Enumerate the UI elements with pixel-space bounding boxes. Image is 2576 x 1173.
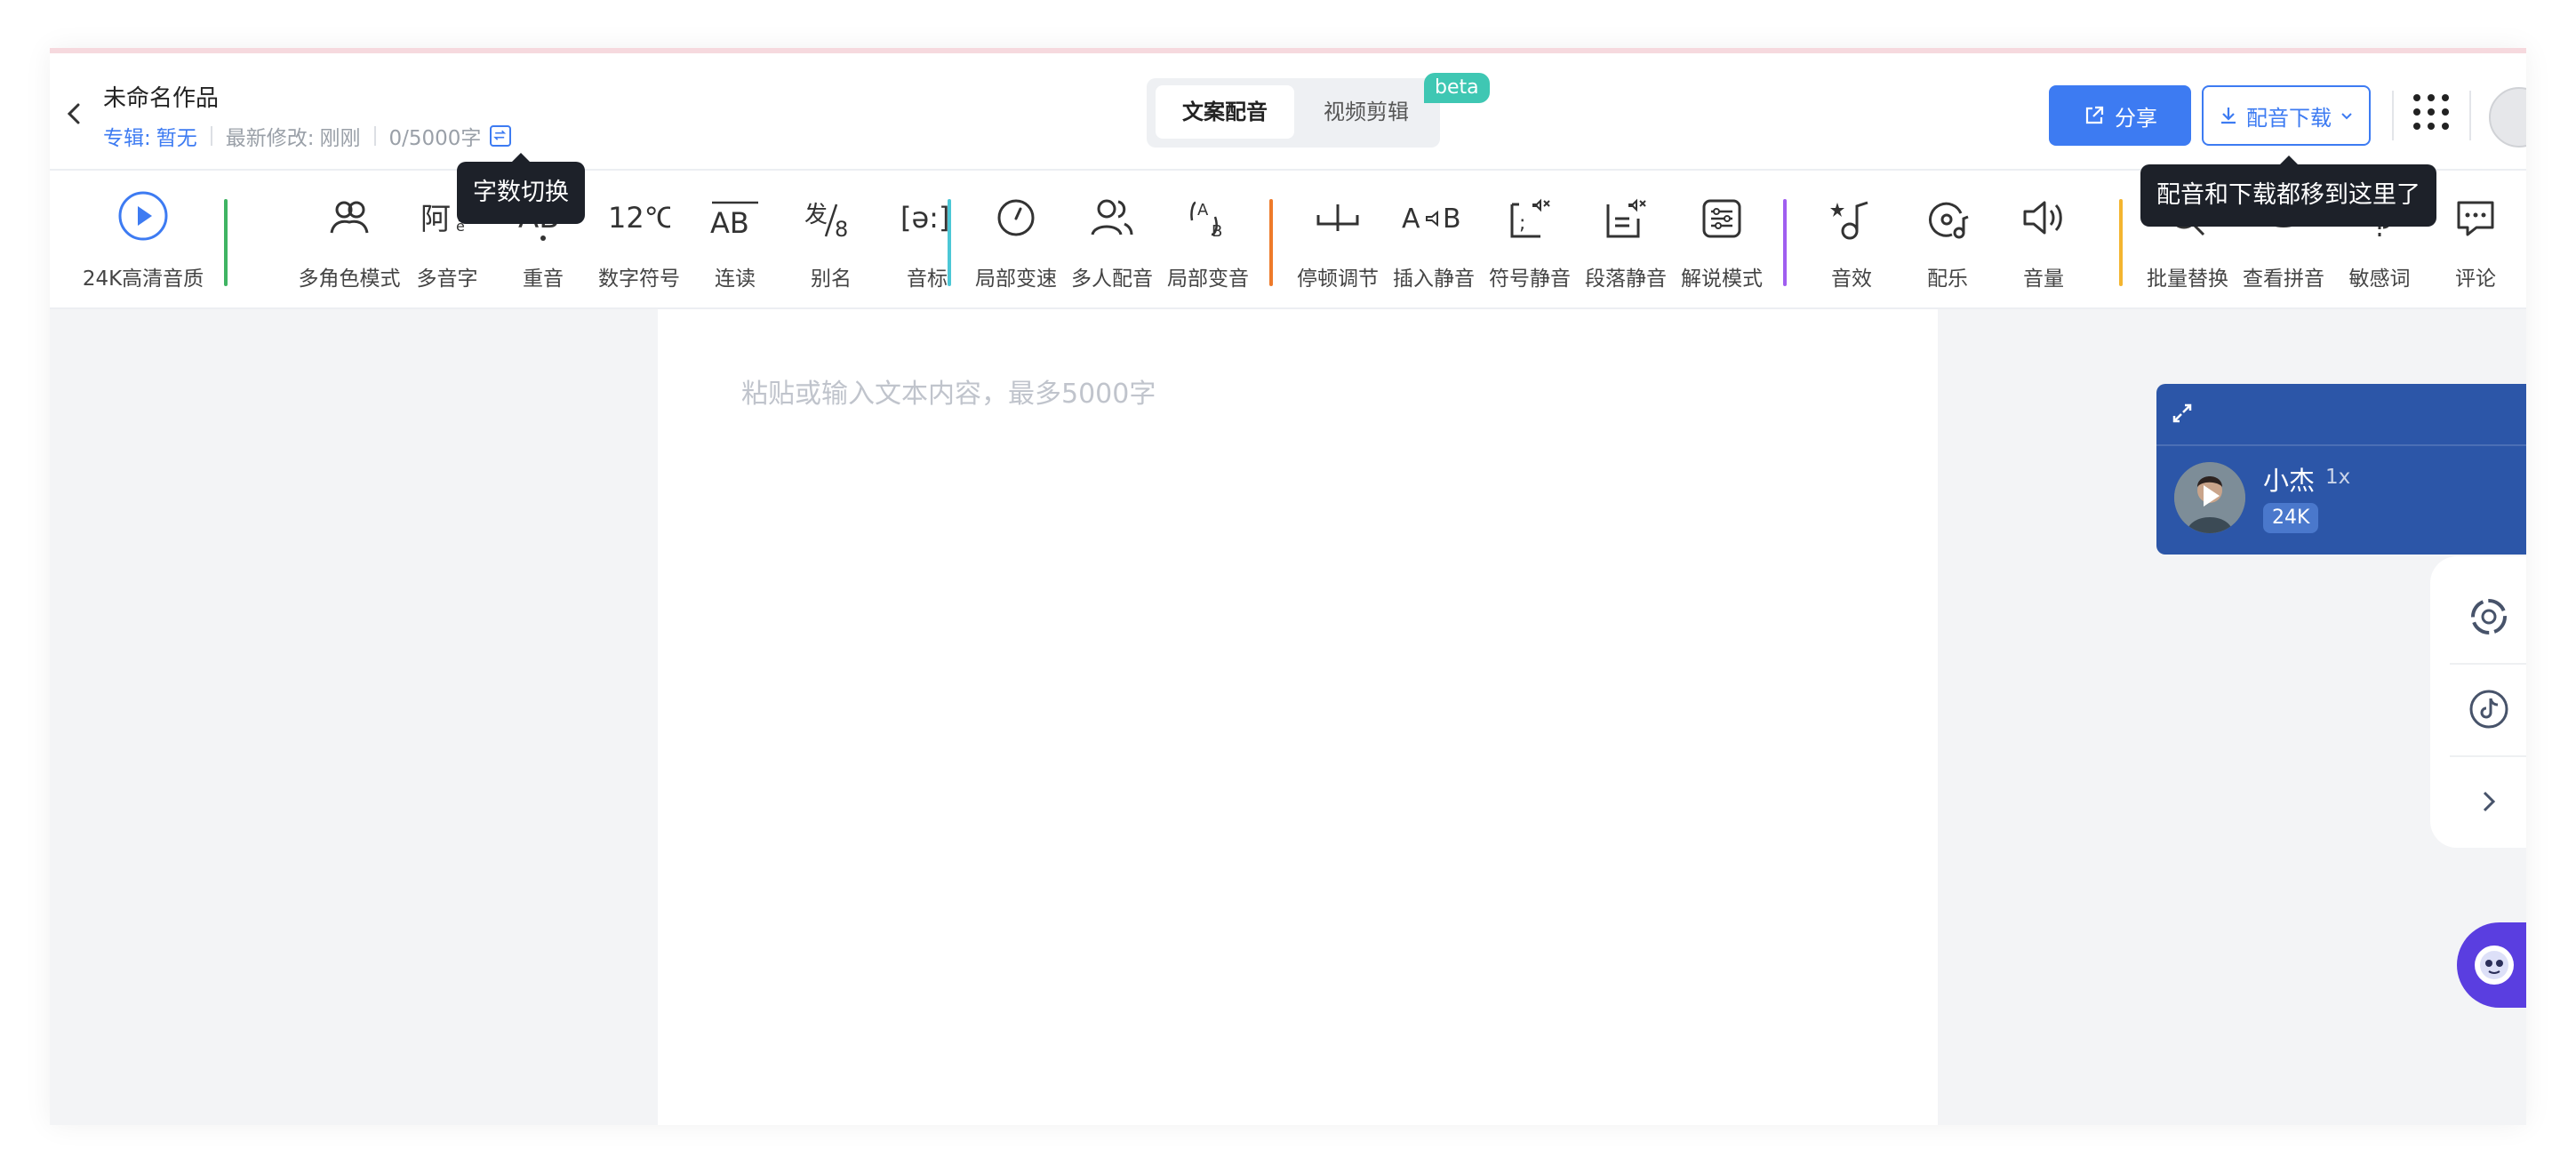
share-icon bbox=[2085, 106, 2104, 124]
play-icon bbox=[2174, 462, 2245, 533]
assistant-button[interactable] bbox=[2457, 922, 2526, 1008]
svg-text:12℃: 12℃ bbox=[608, 201, 670, 235]
svg-text:B: B bbox=[1443, 203, 1461, 235]
editor-placeholder: 粘贴或输入文本内容，最多5000字 bbox=[741, 379, 1156, 410]
apps-grid-icon[interactable] bbox=[2412, 92, 2451, 132]
alias-icon: 发 8 bbox=[804, 202, 848, 240]
mode-switch: 文案配音 视频剪辑 bbox=[1147, 78, 1440, 148]
header-bar: 未命名作品 专辑: 暂无 最新修改: 刚刚 0/5000字 文案配音 视频剪辑 … bbox=[50, 53, 2526, 171]
svg-text:AB: AB bbox=[710, 206, 749, 236]
play-circle-icon bbox=[118, 191, 168, 241]
divider bbox=[2392, 91, 2394, 140]
toolbar-separator bbox=[224, 199, 228, 286]
aperture-icon[interactable] bbox=[2468, 595, 2510, 638]
svg-text:8: 8 bbox=[835, 217, 848, 240]
music-disc-icon bbox=[1929, 202, 1969, 239]
tool-label: 音量 bbox=[2023, 267, 2064, 291]
phonetic-icon: [ə:] bbox=[900, 201, 949, 235]
album-value[interactable]: 暂无 bbox=[156, 121, 197, 151]
side-panel bbox=[2430, 556, 2526, 848]
insert-silence-icon: A B bbox=[1402, 203, 1461, 235]
word-count-switch-icon[interactable] bbox=[490, 125, 512, 147]
album-label: 专辑: bbox=[103, 127, 151, 150]
sound-effect-icon bbox=[1830, 201, 1868, 240]
pause-adjust-icon bbox=[1316, 204, 1359, 231]
tool-24k-quality[interactable]: 24K高清音质 bbox=[81, 181, 205, 297]
divider bbox=[373, 126, 376, 146]
divider bbox=[2450, 663, 2526, 665]
tab-voiceover[interactable]: 文案配音 bbox=[1156, 85, 1294, 139]
share-label: 分享 bbox=[2115, 105, 2157, 131]
document-title[interactable]: 未命名作品 bbox=[103, 80, 219, 113]
chevron-right-icon[interactable] bbox=[2468, 780, 2510, 823]
word-count: 0/5000字 bbox=[388, 127, 482, 150]
download-label: 配音下载 bbox=[2246, 105, 2332, 131]
divider bbox=[2469, 91, 2471, 140]
narration-mode-icon bbox=[1702, 199, 1741, 238]
divider bbox=[2156, 444, 2526, 446]
tab-video-edit[interactable]: 视频剪辑 bbox=[1300, 85, 1433, 139]
svg-text:阿: 阿 bbox=[420, 202, 451, 236]
people-icon bbox=[1091, 199, 1133, 235]
tool-comment[interactable]: 评论 bbox=[2427, 181, 2524, 297]
document-meta: 专辑: 暂无 最新修改: 刚刚 0/5000字 bbox=[103, 121, 512, 151]
tool-label: 24K高清音质 bbox=[82, 267, 204, 291]
paragraph-silence-icon bbox=[1606, 198, 1646, 238]
download-button[interactable]: 配音下载 bbox=[2202, 85, 2371, 146]
svg-text:A: A bbox=[1402, 203, 1420, 235]
tool-local-voice-change[interactable]: A B 局部变音 bbox=[1159, 181, 1257, 297]
back-icon[interactable] bbox=[57, 96, 92, 132]
divider bbox=[2450, 755, 2526, 757]
svg-text:发: 发 bbox=[804, 202, 828, 228]
quality-badge: 24K bbox=[2263, 503, 2319, 533]
liaison-icon: AB bbox=[710, 201, 758, 236]
chevron-down-icon bbox=[2341, 113, 2352, 120]
download-icon bbox=[2221, 108, 2236, 124]
tool-label: 局部变音 bbox=[1167, 267, 1249, 291]
tooltip-download-moved: 配音和下载都移到这里了 bbox=[2140, 156, 2436, 227]
tiktok-icon[interactable] bbox=[2468, 688, 2510, 730]
symbol-silence-icon: ; bbox=[1510, 198, 1550, 238]
user-avatar[interactable] bbox=[2489, 87, 2526, 148]
tool-narration-mode[interactable]: 解说模式 bbox=[1673, 181, 1771, 297]
volume-icon bbox=[2023, 201, 2062, 235]
comment-icon bbox=[2457, 201, 2494, 236]
tool-label: 解说模式 bbox=[1681, 267, 1763, 291]
svg-text:A: A bbox=[1197, 201, 1209, 219]
text-editor[interactable]: 粘贴或输入文本内容，最多5000字 bbox=[658, 309, 1938, 1125]
speedometer-icon bbox=[997, 199, 1035, 236]
beta-badge: beta bbox=[1424, 73, 1490, 103]
robot-icon bbox=[2475, 946, 2514, 985]
tool-label: 评论 bbox=[2455, 267, 2496, 291]
share-button[interactable]: 分享 bbox=[2049, 85, 2191, 146]
voice-avatar[interactable] bbox=[2174, 462, 2245, 533]
modified-label: 最新修改: bbox=[225, 127, 315, 150]
voice-name: 小杰 bbox=[2263, 466, 2316, 496]
modified-value: 刚刚 bbox=[319, 127, 361, 150]
tool-volume[interactable]: 音量 bbox=[1995, 181, 2092, 297]
svg-text:[ə:]: [ə:] bbox=[900, 201, 949, 235]
multi-role-icon bbox=[330, 201, 369, 234]
svg-text:;: ; bbox=[1519, 212, 1525, 235]
tooltip-word-switch: 字数切换 bbox=[457, 153, 585, 224]
voice-speed: 1x bbox=[2325, 466, 2351, 489]
number-symbol-icon: 12℃ bbox=[608, 201, 670, 235]
divider bbox=[210, 126, 212, 146]
expand-icon[interactable] bbox=[2169, 400, 2196, 427]
voice-change-icon: A B bbox=[1190, 201, 1222, 240]
app-window: 未命名作品 专辑: 暂无 最新修改: 刚刚 0/5000字 文案配音 视频剪辑 … bbox=[50, 48, 2526, 1125]
voice-card[interactable]: 小杰 1x 24K bbox=[2156, 384, 2526, 555]
